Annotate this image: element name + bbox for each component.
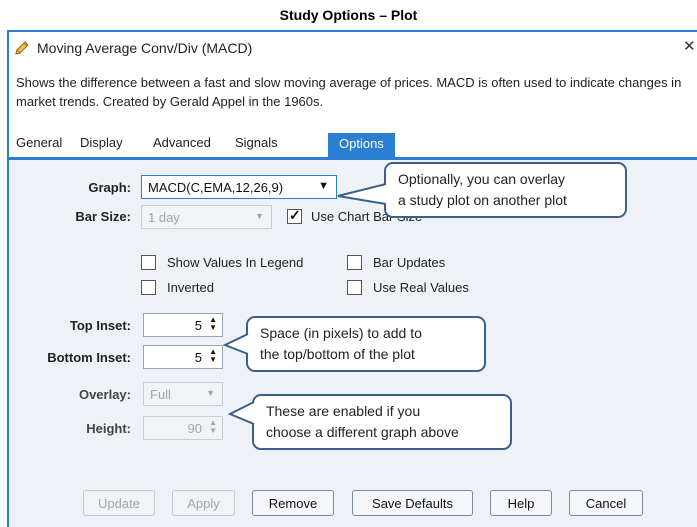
bottom-inset-label: Bottom Inset: bbox=[47, 350, 131, 365]
overlay-select-value: Full bbox=[150, 387, 171, 402]
use-real-values-label: Use Real Values bbox=[373, 280, 469, 295]
bar-size-label: Bar Size: bbox=[75, 209, 131, 224]
save-defaults-button[interactable]: Save Defaults bbox=[352, 490, 473, 516]
bar-size-select-value: 1 day bbox=[148, 210, 180, 225]
graph-callout-pointer bbox=[337, 183, 387, 205]
tab-display[interactable]: Display bbox=[80, 135, 123, 150]
overlay-callout-line-2: choose a different graph above bbox=[266, 424, 459, 440]
graph-label: Graph: bbox=[88, 180, 131, 195]
use-real-values-checkbox[interactable] bbox=[347, 280, 362, 295]
overlay-callout-line-1: These are enabled if you bbox=[266, 403, 421, 419]
pencil-icon bbox=[13, 39, 31, 57]
top-inset-value: 5 bbox=[194, 318, 202, 333]
help-button[interactable]: Help bbox=[490, 490, 552, 516]
cancel-button[interactable]: Cancel bbox=[569, 490, 643, 516]
graph-callout: Optionally, you can overlay a study plot… bbox=[384, 162, 627, 218]
overlay-select[interactable]: Full ▼ bbox=[143, 382, 223, 406]
page-heading: Study Options – Plot bbox=[279, 7, 418, 23]
window-title: Moving Average Conv/Div (MACD) bbox=[37, 40, 253, 56]
close-icon[interactable]: ✕ bbox=[683, 38, 697, 56]
tab-signals[interactable]: Signals bbox=[235, 135, 278, 150]
bar-updates-checkbox[interactable] bbox=[347, 255, 362, 270]
study-description: Shows the difference between a fast and … bbox=[9, 64, 697, 126]
study-options-dialog: Moving Average Conv/Div (MACD) ✕ Shows t… bbox=[7, 30, 697, 527]
tab-advanced[interactable]: Advanced bbox=[153, 135, 211, 150]
apply-button[interactable]: Apply bbox=[172, 490, 235, 516]
use-chart-bar-size-checkbox[interactable]: ✓ bbox=[287, 207, 302, 224]
stepper-arrows-icon[interactable]: ▲ ▼ bbox=[208, 348, 217, 364]
height-stepper[interactable]: 90 ▲ ▼ bbox=[143, 416, 223, 440]
stepper-arrows-icon[interactable]: ▲ ▼ bbox=[208, 419, 217, 435]
inset-callout-line-1: Space (in pixels) to add to bbox=[260, 325, 422, 341]
inset-callout: Space (in pixels) to add to the top/bott… bbox=[246, 316, 486, 372]
chevron-down-icon: ▼ bbox=[255, 211, 264, 221]
overlay-label: Overlay: bbox=[78, 387, 131, 402]
overlay-callout: These are enabled if you choose a differ… bbox=[252, 394, 512, 450]
bottom-inset-stepper[interactable]: 5 ▲ ▼ bbox=[143, 345, 223, 369]
show-values-in-legend-label: Show Values In Legend bbox=[167, 255, 304, 270]
bar-updates-label: Bar Updates bbox=[373, 255, 446, 270]
graph-callout-line-2: a study plot on another plot bbox=[398, 192, 567, 208]
title-bar[interactable]: Moving Average Conv/Div (MACD) ✕ bbox=[9, 32, 697, 64]
graph-select-value: MACD(C,EMA,12,26,9) bbox=[148, 180, 284, 195]
graph-select[interactable]: MACD(C,EMA,12,26,9) ▼ bbox=[141, 175, 337, 199]
height-value: 90 bbox=[187, 421, 202, 436]
update-button[interactable]: Update bbox=[83, 490, 155, 516]
bar-size-select[interactable]: 1 day ▼ bbox=[141, 205, 272, 229]
chevron-down-icon: ▼ bbox=[318, 180, 329, 192]
inset-callout-pointer bbox=[223, 333, 249, 355]
top-inset-stepper[interactable]: 5 ▲ ▼ bbox=[143, 313, 223, 337]
top-inset-label: Top Inset: bbox=[69, 318, 131, 333]
chevron-down-icon: ▼ bbox=[206, 388, 215, 398]
height-label: Height: bbox=[86, 421, 131, 436]
stepper-arrows-icon[interactable]: ▲ ▼ bbox=[208, 316, 217, 332]
inset-callout-line-2: the top/bottom of the plot bbox=[260, 346, 415, 362]
show-values-in-legend-checkbox[interactable] bbox=[141, 255, 156, 270]
checkmark-icon: ✓ bbox=[289, 207, 301, 223]
inverted-label: Inverted bbox=[167, 280, 214, 295]
graph-callout-line-1: Optionally, you can overlay bbox=[398, 171, 566, 187]
tab-general[interactable]: General bbox=[16, 135, 62, 150]
tab-bar: General Display Advanced Signals Options bbox=[9, 126, 697, 160]
overlay-callout-pointer bbox=[228, 401, 255, 425]
bottom-inset-value: 5 bbox=[194, 350, 202, 365]
remove-button[interactable]: Remove bbox=[252, 490, 334, 516]
inverted-checkbox[interactable] bbox=[141, 280, 156, 295]
tab-options[interactable]: Options bbox=[328, 133, 395, 157]
